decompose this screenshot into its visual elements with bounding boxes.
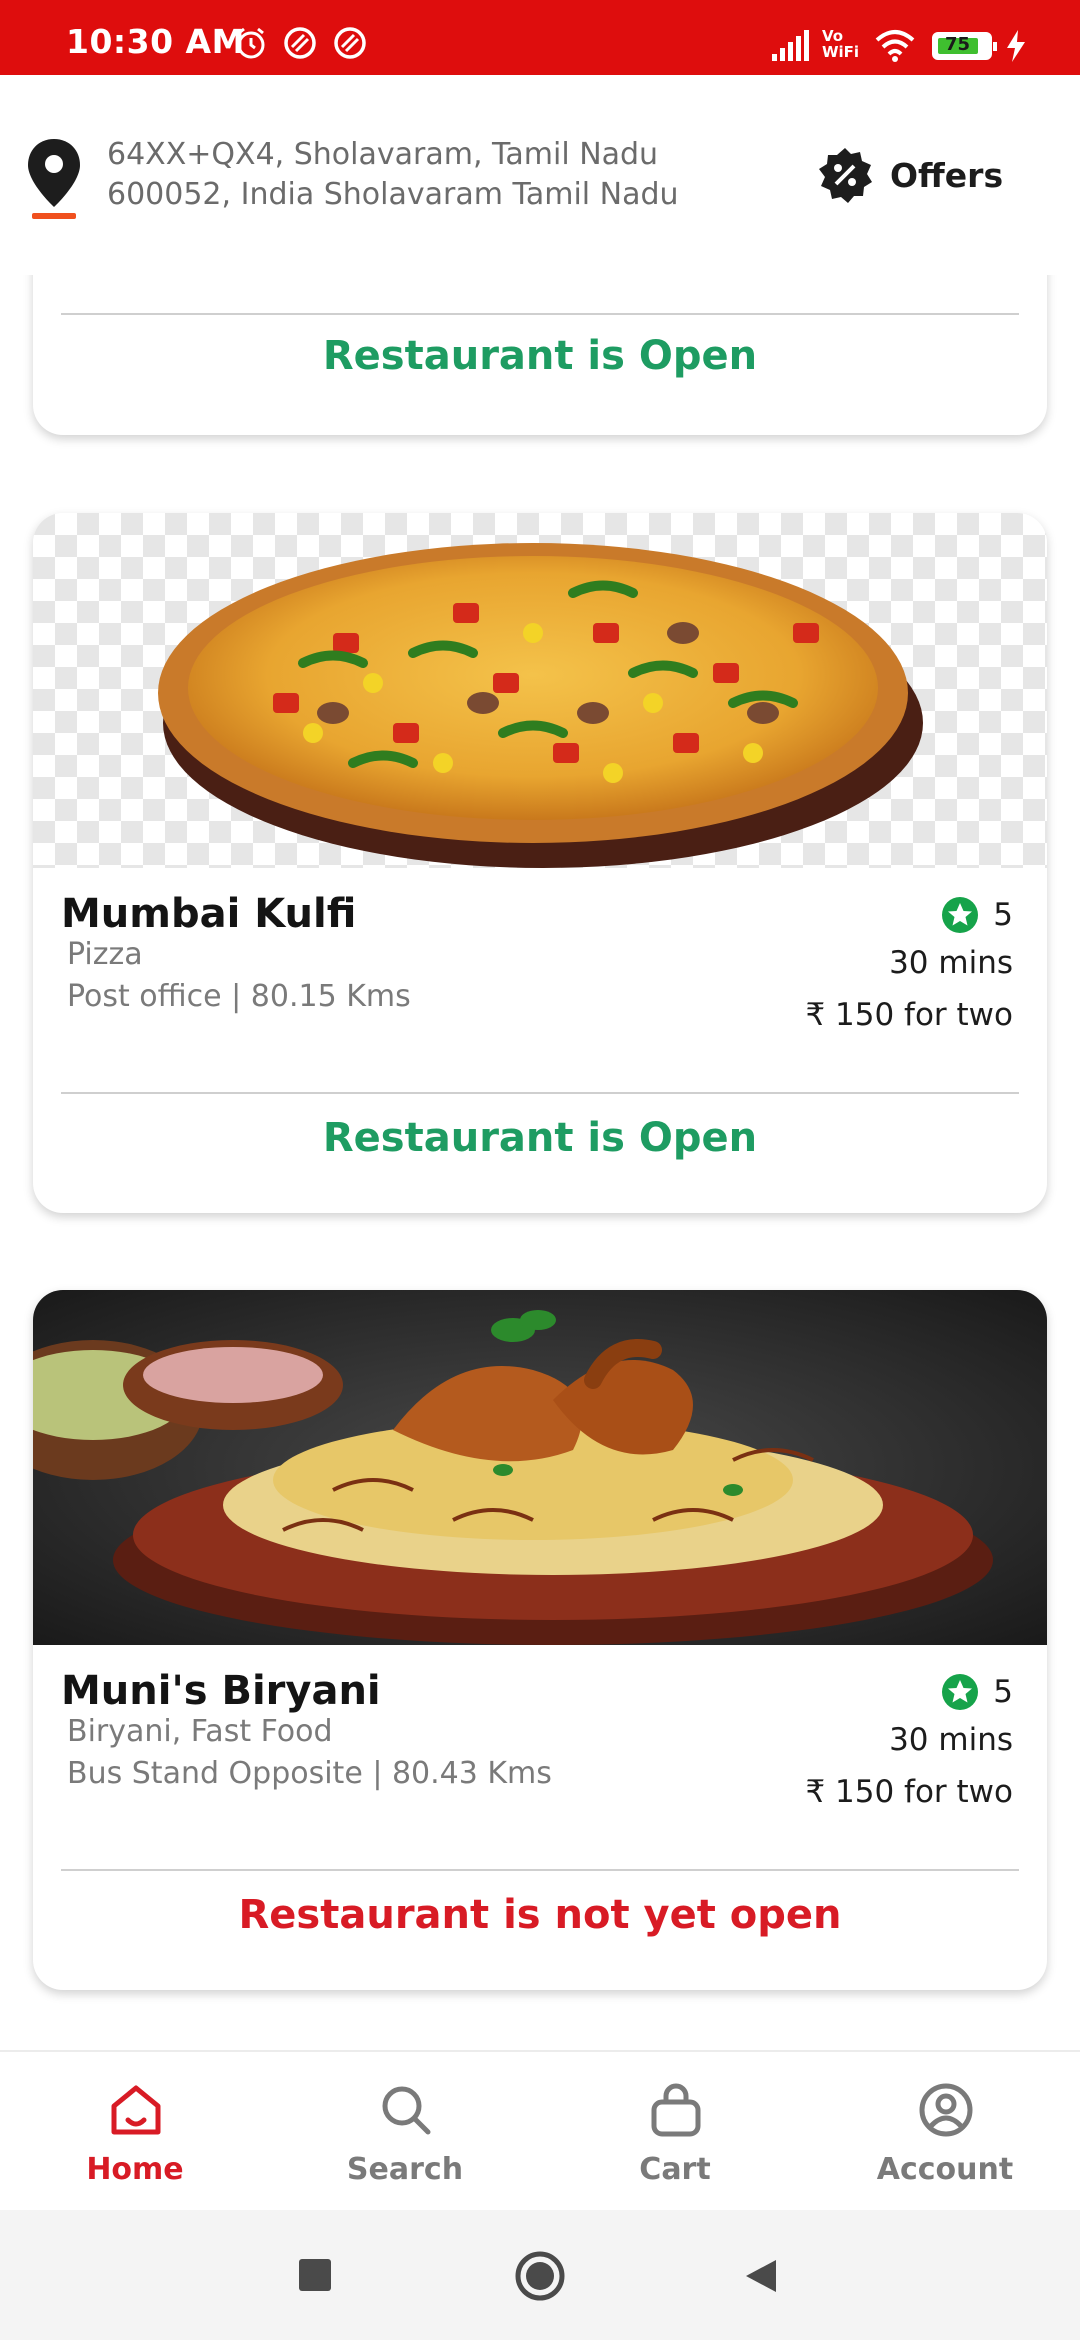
- star-icon: [942, 897, 979, 933]
- restaurant-cuisine: Biryani, Fast Food: [67, 1714, 333, 1749]
- offers-badge-icon: [819, 148, 872, 203]
- delivery-time: 30 mins: [889, 1722, 1013, 1758]
- dnd-icon: [284, 27, 316, 59]
- network-label: Vo WiFi: [822, 27, 860, 61]
- home-circle-icon[interactable]: [514, 2250, 566, 2302]
- recents-icon[interactable]: [299, 2259, 331, 2291]
- nav-cart[interactable]: Cart: [540, 2052, 810, 2212]
- restaurant-meta: 5 30 mins ₹ 150 for two: [805, 893, 1013, 1041]
- location-pin-icon[interactable]: [26, 137, 82, 221]
- alarm-icon: [237, 27, 265, 59]
- restaurant-status: Restaurant is Open: [322, 1115, 758, 1161]
- card-divider: [61, 1869, 1019, 1871]
- battery-level: 75: [945, 34, 971, 55]
- restaurant-image: [33, 1290, 1047, 1645]
- restaurant-name: Muni's Biryani: [61, 1668, 381, 1714]
- wifi-icon: [875, 30, 915, 62]
- restaurant-card[interactable]: Muni's Biryani Biryani, Fast Food Bus St…: [33, 1290, 1047, 1990]
- offers-label: Offers: [890, 155, 1004, 195]
- card-divider: [61, 313, 1019, 315]
- offers-button[interactable]: Offers: [816, 145, 1003, 205]
- restaurant-cuisine: Pizza: [67, 937, 143, 972]
- delivery-time: 30 mins: [889, 945, 1013, 981]
- cart-icon: [651, 2083, 701, 2137]
- nav-search-label: Search: [346, 2152, 464, 2187]
- back-icon[interactable]: [740, 2256, 780, 2296]
- address-line-2: 600052, India Sholavaram Tamil Nadu: [107, 177, 679, 212]
- nav-home-label: Home: [86, 2152, 184, 2187]
- restaurant-card[interactable]: Mumbai Kulfi Pizza Post office | 80.15 K…: [33, 513, 1047, 1213]
- restaurant-meta: 5 30 mins ₹ 150 for two: [805, 1670, 1013, 1818]
- nav-cart-label: Cart: [639, 2152, 711, 2187]
- restaurant-location: Post office | 80.15 Kms: [67, 979, 411, 1014]
- signal-icon: [772, 30, 809, 61]
- nav-account-label: Account: [876, 2152, 1014, 2187]
- restaurant-feed[interactable]: Restaurant is Open Mumbai Kulfi Pizza Po…: [0, 275, 1080, 2050]
- account-icon: [919, 2083, 973, 2137]
- restaurant-location: Bus Stand Opposite | 80.43 Kms: [67, 1756, 552, 1791]
- rating-value: 5: [993, 897, 1013, 933]
- rating: 5: [805, 893, 1013, 937]
- bottom-navigation: Home Search Cart Account: [0, 2050, 1080, 2212]
- restaurant-card[interactable]: Restaurant is Open: [33, 275, 1047, 435]
- restaurant-image: [33, 513, 1047, 868]
- restaurant-status: Restaurant is not yet open: [238, 1892, 842, 1938]
- dnd-icon: [334, 27, 366, 59]
- status-bar: 10:30 AM Vo WiFi 75: [0, 0, 1080, 75]
- price-for-two: ₹ 150 for two: [805, 1774, 1013, 1810]
- status-time: 10:30 AM: [66, 22, 245, 61]
- delivery-address[interactable]: 64XX+QX4, Sholavaram, Tamil Nadu 600052,…: [107, 135, 727, 215]
- nav-home[interactable]: Home: [0, 2052, 270, 2212]
- nav-account[interactable]: Account: [810, 2052, 1080, 2212]
- charging-icon: [1007, 30, 1025, 62]
- nav-search[interactable]: Search: [270, 2052, 540, 2212]
- home-icon: [111, 2085, 161, 2135]
- price-for-two: ₹ 150 for two: [805, 997, 1013, 1033]
- system-navigation-bar: [0, 2210, 1080, 2340]
- search-icon: [382, 2086, 431, 2135]
- card-divider: [61, 1092, 1019, 1094]
- rating-value: 5: [993, 1674, 1013, 1710]
- rating: 5: [805, 1670, 1013, 1714]
- battery-icon: 75: [932, 32, 997, 60]
- location-header: 64XX+QX4, Sholavaram, Tamil Nadu 600052,…: [0, 75, 1080, 275]
- star-icon: [942, 1674, 979, 1710]
- restaurant-name: Mumbai Kulfi: [61, 891, 357, 937]
- address-line-1: 64XX+QX4, Sholavaram, Tamil Nadu: [107, 137, 659, 172]
- restaurant-status: Restaurant is Open: [322, 333, 758, 379]
